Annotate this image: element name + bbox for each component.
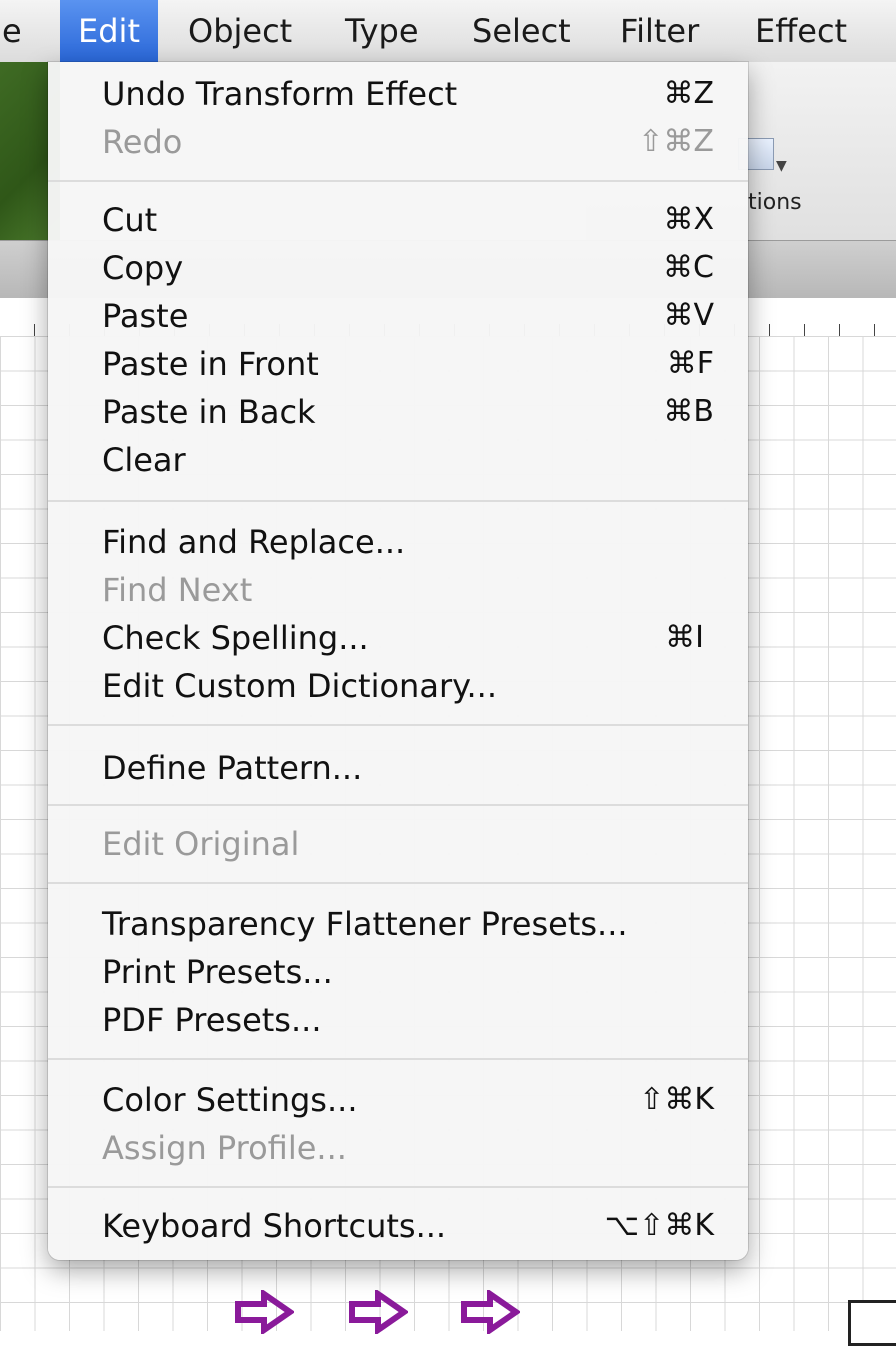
menu-separator bbox=[48, 882, 748, 884]
menu-item-clear[interactable]: Clear bbox=[102, 436, 186, 484]
edit-menu-dropdown: Undo Transform Effect ⌘Z Redo ⇧⌘Z Cut ⌘X… bbox=[48, 62, 748, 1260]
menu-separator bbox=[48, 1186, 748, 1188]
arrow-right-icon[interactable] bbox=[460, 1290, 520, 1334]
menu-item-edit-original: Edit Original bbox=[102, 825, 300, 863]
shortcut-check-spelling: ⌘I bbox=[665, 620, 704, 655]
shortcut-undo: ⌘Z bbox=[663, 76, 714, 111]
menu-item-color-settings[interactable]: Color Settings... bbox=[102, 1076, 357, 1124]
shortcut-paste-in-back: ⌘B bbox=[663, 394, 714, 429]
menu-item-paste-in-back[interactable]: Paste in Back bbox=[102, 388, 316, 436]
shortcut-paste: ⌘V bbox=[663, 298, 714, 333]
menu-item-cut[interactable]: Cut bbox=[102, 196, 157, 244]
menu-object[interactable]: Object bbox=[188, 0, 292, 62]
menu-file-partial[interactable]: e bbox=[2, 0, 28, 62]
menu-separator bbox=[48, 1058, 748, 1060]
shortcut-paste-in-front: ⌘F bbox=[666, 346, 714, 381]
menu-item-pdf-presets[interactable]: PDF Presets... bbox=[102, 996, 321, 1044]
shortcut-cut: ⌘X bbox=[663, 202, 714, 237]
shortcut-color-settings: ⇧⌘K bbox=[639, 1082, 714, 1117]
menu-bar: e Edit Object Type Select Filter Effect bbox=[0, 0, 896, 63]
menu-separator bbox=[48, 180, 748, 182]
menu-select[interactable]: Select bbox=[472, 0, 571, 62]
shortcut-redo: ⇧⌘Z bbox=[638, 124, 714, 159]
menu-item-check-spelling[interactable]: Check Spelling... bbox=[102, 614, 369, 662]
menu-item-find-next: Find Next bbox=[102, 571, 253, 609]
menu-item-assign-profile: Assign Profile... bbox=[102, 1129, 347, 1167]
menu-item-print-presets[interactable]: Print Presets... bbox=[102, 948, 333, 996]
shortcut-copy: ⌘C bbox=[663, 250, 714, 285]
artboard-object[interactable] bbox=[848, 1300, 896, 1346]
menu-item-keyboard-shortcuts[interactable]: Keyboard Shortcuts... bbox=[102, 1202, 446, 1250]
menu-item-paste[interactable]: Paste bbox=[102, 292, 188, 340]
menu-separator bbox=[48, 500, 748, 502]
menu-type[interactable]: Type bbox=[345, 0, 419, 62]
menu-separator bbox=[48, 724, 748, 726]
menu-item-copy[interactable]: Copy bbox=[102, 244, 183, 292]
arrow-right-icon[interactable] bbox=[348, 1290, 408, 1334]
arrow-right-icon[interactable] bbox=[234, 1290, 294, 1334]
menu-edit[interactable]: Edit bbox=[60, 0, 158, 62]
chevron-down-icon[interactable]: ▼ bbox=[776, 158, 787, 174]
menu-item-redo: Redo bbox=[102, 123, 183, 161]
menu-effect[interactable]: Effect bbox=[755, 0, 847, 62]
menu-separator bbox=[48, 804, 748, 806]
menu-item-paste-in-front[interactable]: Paste in Front bbox=[102, 340, 319, 388]
menu-item-transparency-presets[interactable]: Transparency Flattener Presets... bbox=[102, 900, 628, 948]
menu-item-find-replace[interactable]: Find and Replace... bbox=[102, 518, 405, 566]
menu-item-edit-dictionary[interactable]: Edit Custom Dictionary... bbox=[102, 662, 497, 710]
menu-item-define-pattern[interactable]: Define Pattern... bbox=[102, 744, 362, 792]
panel-label: tions bbox=[748, 190, 802, 215]
shortcut-keyboard-shortcuts: ⌥⇧⌘K bbox=[604, 1208, 714, 1243]
menu-filter[interactable]: Filter bbox=[620, 0, 699, 62]
menu-item-undo[interactable]: Undo Transform Effect bbox=[102, 70, 457, 118]
